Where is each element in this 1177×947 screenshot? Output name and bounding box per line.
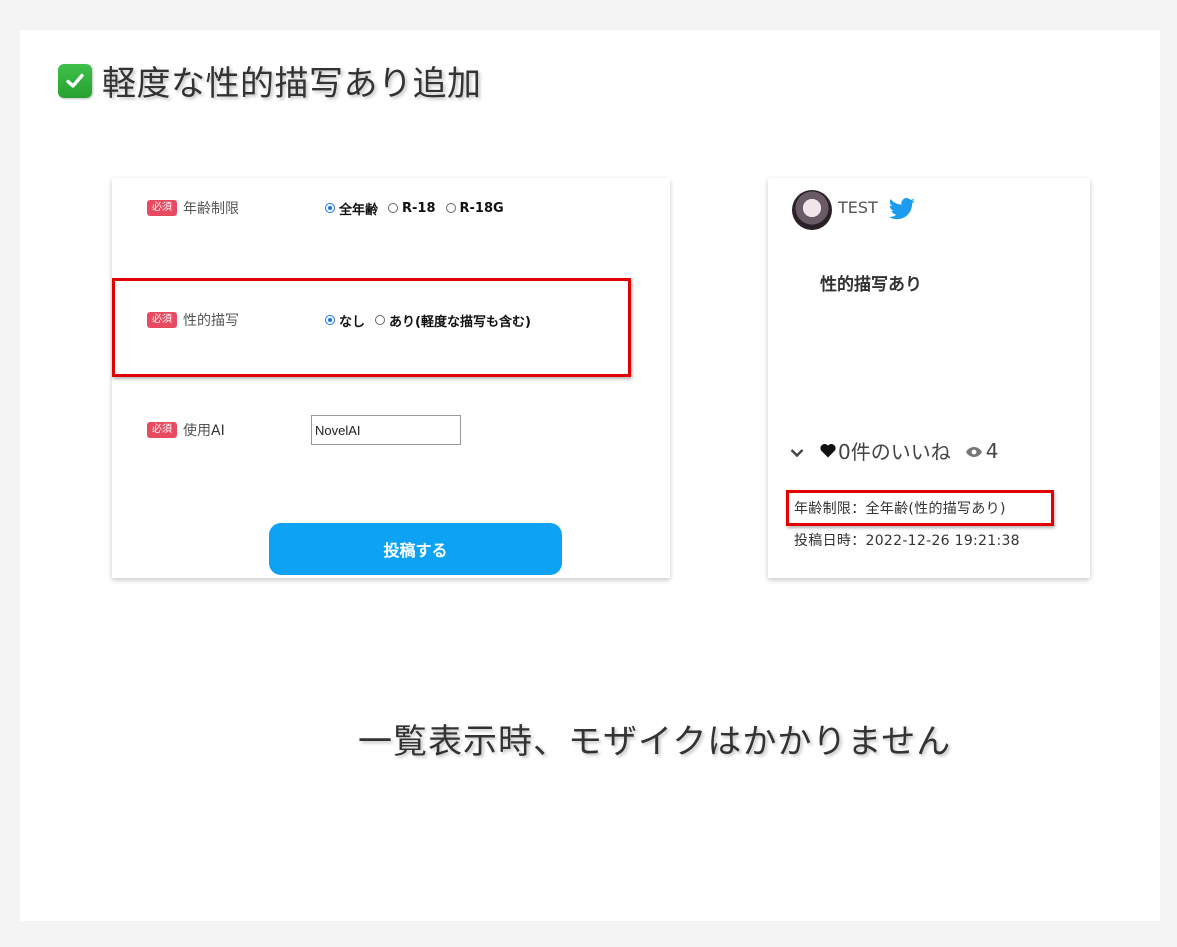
likes-count: 0件のいいね: [838, 440, 951, 464]
highlight-box-sexual-content: [112, 278, 631, 377]
heart-icon[interactable]: [820, 439, 836, 463]
slide-title-text: 軽度な性的描写あり追加: [102, 64, 482, 104]
highlight-box-age-info: [786, 490, 1054, 526]
posted-at: 投稿日時：2022-12-26 19:21:38: [794, 533, 1020, 549]
age-option-all-ages[interactable]: 全年齢: [325, 199, 378, 218]
check-icon: [58, 63, 92, 98]
age-option-r18[interactable]: R-18: [388, 201, 436, 216]
views-count: 4: [985, 438, 999, 463]
ai-used-input[interactable]: [311, 415, 461, 445]
twitter-icon[interactable]: [888, 198, 916, 224]
submit-button[interactable]: 投稿する: [269, 523, 562, 575]
ai-used-row: 必須 使用AI: [147, 415, 461, 445]
eye-icon: [965, 439, 983, 463]
radio[interactable]: [388, 203, 399, 213]
age-restriction-row: 必須 年齢制限 全年齢 R-18 R-18G: [147, 198, 514, 218]
caption: 一覧表示時、モザイクはかかりません: [358, 722, 952, 762]
username[interactable]: TEST: [838, 198, 878, 217]
slide: 軽度な性的描写あり追加 必須 年齢制限 全年齢 R-18 R-18G 必須 性的…: [20, 30, 1160, 921]
slide-title: 軽度な性的描写あり追加: [58, 56, 482, 105]
chevron-down-icon[interactable]: [790, 439, 804, 463]
avatar[interactable]: [792, 190, 832, 230]
ai-used-label: 使用AI: [183, 423, 225, 439]
age-option-r18g[interactable]: R-18G: [445, 201, 504, 216]
age-restriction-label: 年齢制限: [183, 201, 239, 217]
post-title[interactable]: 性的描写あり: [820, 270, 922, 295]
required-badge: 必須: [147, 422, 177, 438]
required-badge: 必須: [147, 200, 177, 216]
radio[interactable]: [445, 203, 456, 213]
post-stats: 0件のいいね 4: [790, 436, 998, 465]
post-settings-form: 必須 年齢制限 全年齢 R-18 R-18G 必須 性的描写 なし あり(軽度な…: [112, 178, 670, 578]
radio-selected[interactable]: [325, 203, 335, 213]
